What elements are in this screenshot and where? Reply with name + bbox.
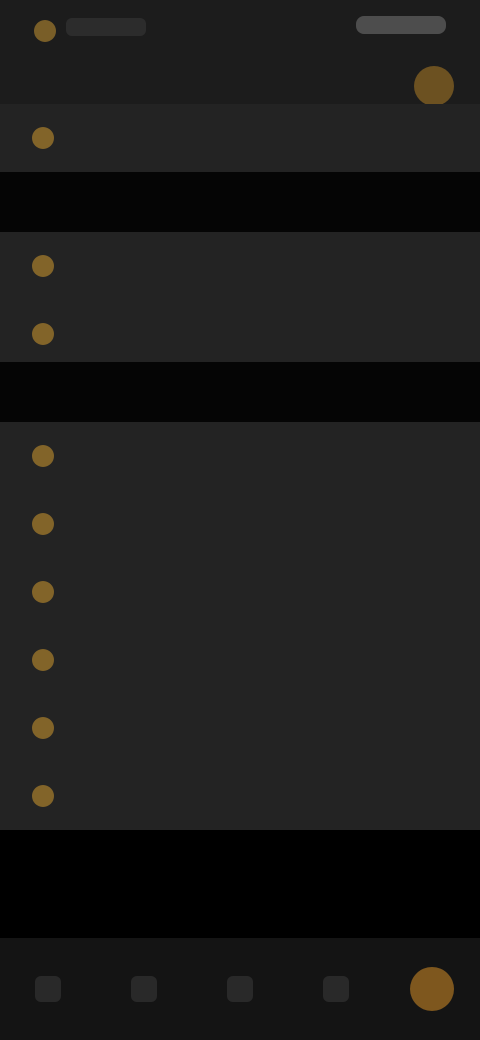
settings-icon — [32, 581, 54, 603]
nav-active-button[interactable] — [384, 938, 480, 1040]
list-icon — [131, 976, 157, 1002]
list-item[interactable] — [0, 694, 480, 762]
status-left-text — [66, 18, 146, 36]
bookmark-icon — [323, 976, 349, 1002]
list-item[interactable] — [0, 104, 480, 172]
bottom-navigation — [0, 938, 480, 1040]
settings-icon — [32, 127, 54, 149]
section-header — [0, 172, 480, 232]
home-icon — [35, 976, 61, 1002]
settings-icon — [32, 255, 54, 277]
status-bar — [0, 0, 480, 56]
nav-home-button[interactable] — [0, 938, 96, 1040]
status-indicator-icon — [34, 20, 56, 42]
list-item[interactable] — [0, 422, 480, 490]
nav-center-button[interactable] — [192, 938, 288, 1040]
list-item[interactable] — [0, 626, 480, 694]
settings-icon — [32, 323, 54, 345]
nav-bookmark-button[interactable] — [288, 938, 384, 1040]
settings-icon — [32, 785, 54, 807]
bottom-empty-area — [0, 830, 480, 938]
center-icon — [227, 976, 253, 1002]
nav-list-button[interactable] — [96, 938, 192, 1040]
list-item[interactable] — [0, 762, 480, 830]
settings-icon — [32, 445, 54, 467]
page-title — [120, 76, 360, 96]
settings-icon — [32, 717, 54, 739]
section-header — [0, 362, 480, 422]
header-action-button[interactable] — [414, 66, 454, 106]
settings-icon — [32, 649, 54, 671]
settings-icon — [32, 513, 54, 535]
status-right-text — [356, 16, 446, 34]
list-item[interactable] — [0, 300, 480, 368]
list-item[interactable] — [0, 558, 480, 626]
active-circle-icon — [410, 967, 454, 1011]
list-item[interactable] — [0, 490, 480, 558]
list-item[interactable] — [0, 232, 480, 300]
